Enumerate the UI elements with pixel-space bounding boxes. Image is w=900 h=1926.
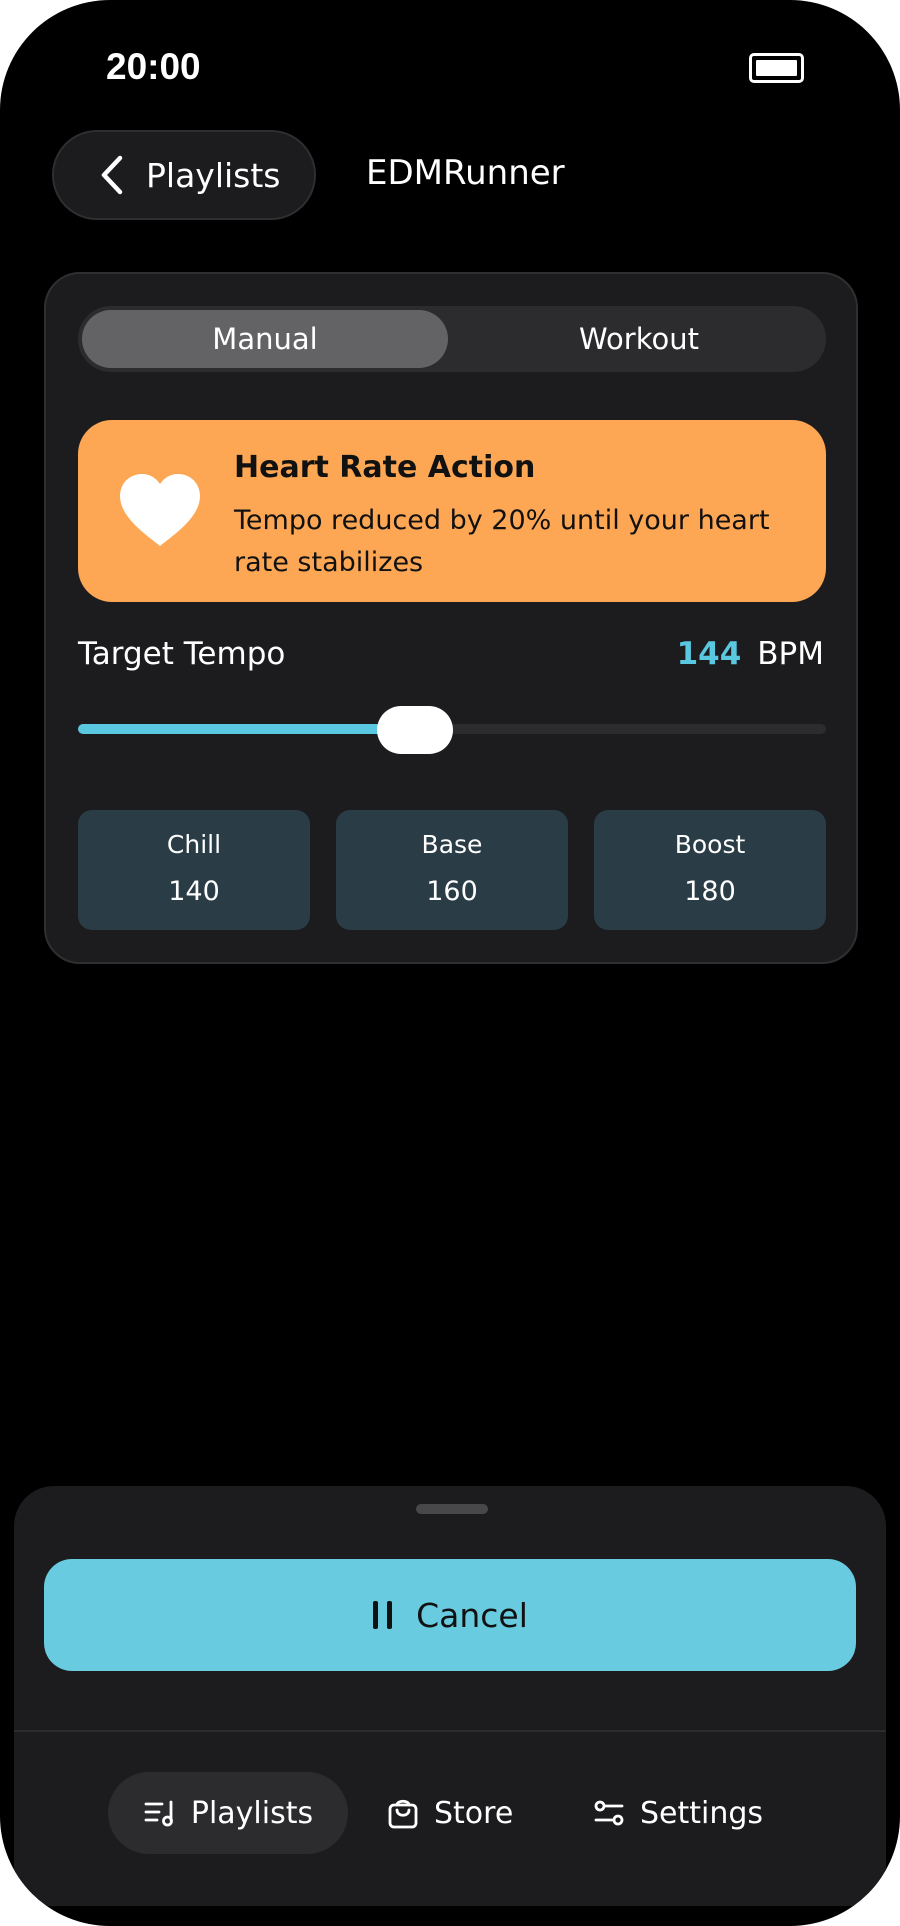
- tempo-slider-fill: [78, 724, 415, 734]
- heart-icon: [120, 474, 200, 546]
- mode-segmented-control: Manual Workout: [78, 306, 826, 372]
- tab-label: Store: [434, 1795, 514, 1831]
- preset-value: 160: [426, 876, 478, 907]
- preset-name: Chill: [166, 830, 222, 859]
- tab-store[interactable]: Store: [386, 1772, 513, 1854]
- preset-base-button[interactable]: Base 160: [336, 810, 568, 930]
- phone-screen: 20:00 Playlists EDMRunner Manual Workout…: [0, 0, 900, 1926]
- tab-playlists[interactable]: Playlists: [108, 1772, 348, 1854]
- bag-icon: [388, 1799, 418, 1829]
- back-button[interactable]: Playlists: [52, 130, 316, 220]
- tab-settings[interactable]: Settings: [592, 1772, 763, 1854]
- heart-rate-alert: Heart Rate Action Tempo reduced by 20% u…: [78, 420, 826, 602]
- battery-icon: [749, 53, 804, 83]
- preset-boost-button[interactable]: Boost 180: [594, 810, 826, 930]
- alert-title: Heart Rate Action: [234, 450, 536, 485]
- preset-value: 180: [684, 876, 736, 907]
- tab-manual[interactable]: Manual: [82, 310, 448, 368]
- tab-label: Playlists: [190, 1795, 314, 1831]
- bottom-sheet: Cancel Playlists Store Settings: [14, 1486, 886, 1906]
- divider: [14, 1730, 886, 1732]
- sheet-handle[interactable]: [416, 1504, 488, 1514]
- tempo-slider-thumb[interactable]: [376, 706, 453, 754]
- back-label: Playlists: [146, 155, 281, 195]
- tempo-card: Manual Workout Heart Rate Action Tempo r…: [44, 272, 858, 964]
- pause-icon: [373, 1601, 393, 1629]
- page-title: EDMRunner: [366, 153, 565, 193]
- preset-name: Boost: [674, 830, 746, 859]
- cancel-label: Cancel: [416, 1595, 528, 1635]
- preset-chill-button[interactable]: Chill 140: [78, 810, 310, 930]
- sliders-icon: [594, 1800, 624, 1826]
- alert-body: Tempo reduced by 20% until your heart ra…: [234, 505, 770, 578]
- preset-value: 140: [168, 876, 220, 907]
- tempo-presets: Chill 140 Base 160 Boost 180: [78, 810, 826, 930]
- tab-label: Settings: [640, 1795, 764, 1831]
- status-time: 20:00: [106, 46, 201, 87]
- chevron-left-icon: [101, 155, 123, 195]
- tempo-unit: BPM: [757, 636, 824, 672]
- tempo-value: 144: [676, 636, 742, 672]
- preset-name: Base: [421, 830, 483, 859]
- tempo-label: Target Tempo: [78, 636, 286, 672]
- playlist-icon: [144, 1800, 173, 1827]
- tempo-readout: 144 BPM: [677, 636, 824, 672]
- tab-workout[interactable]: Workout: [456, 310, 822, 368]
- cancel-button[interactable]: Cancel: [44, 1559, 856, 1671]
